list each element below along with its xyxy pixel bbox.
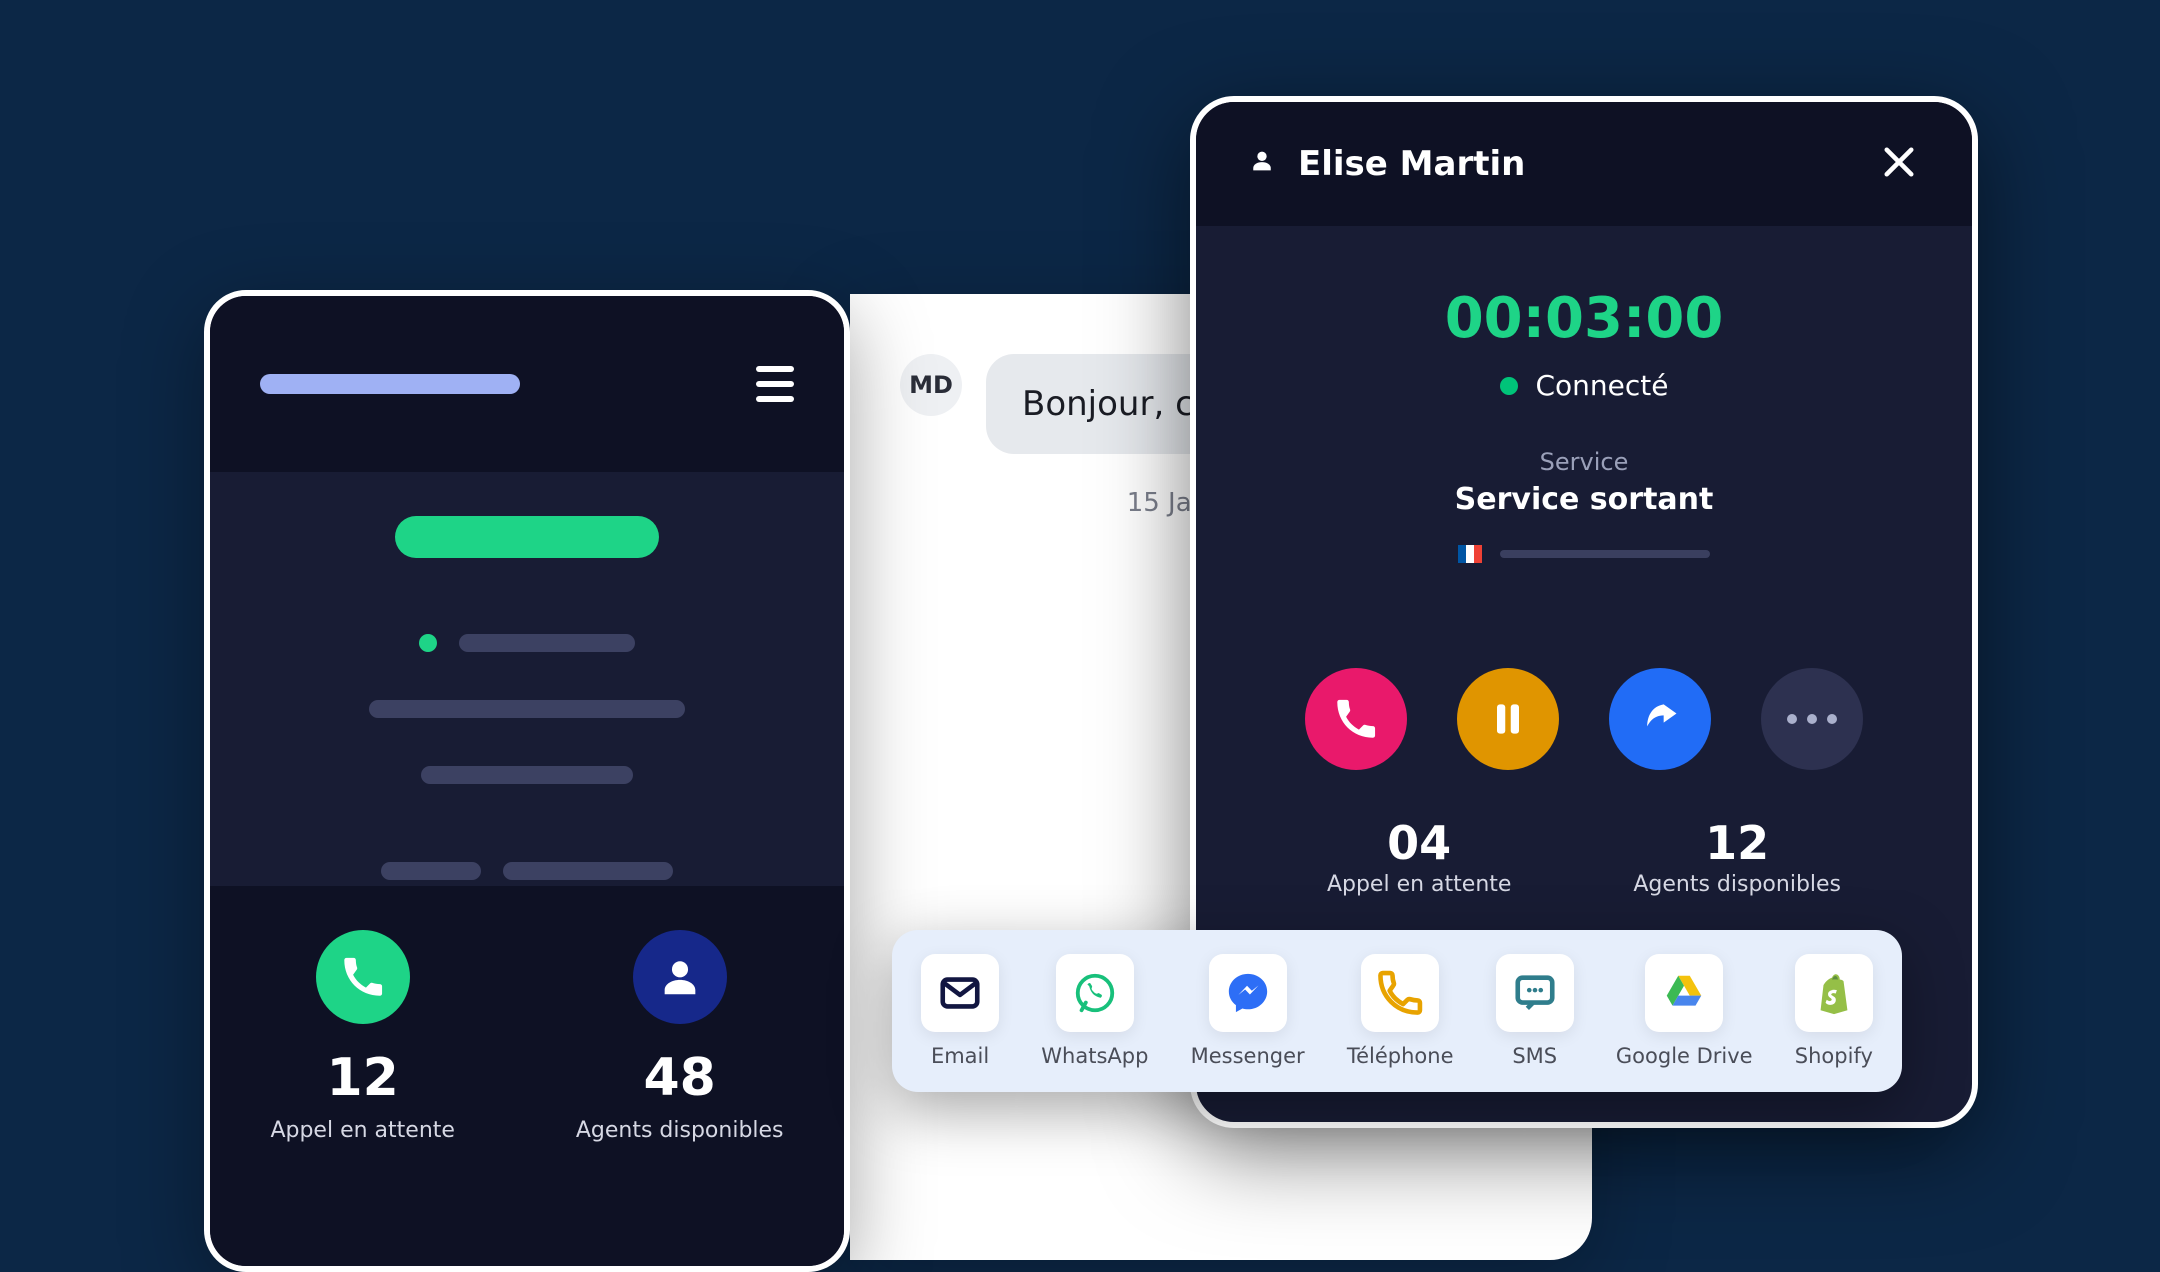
- channel-label: Téléphone: [1347, 1044, 1454, 1068]
- avatar: MD: [900, 354, 962, 416]
- waiting-label: Appel en attente: [270, 1118, 454, 1143]
- channel-messenger[interactable]: Messenger: [1191, 954, 1305, 1068]
- service-header: Service: [1246, 448, 1922, 476]
- hangup-button[interactable]: [1305, 668, 1407, 770]
- stat-agents: 48 Agents disponibles: [576, 930, 784, 1143]
- phone-number-placeholder: [1500, 550, 1710, 558]
- text-placeholder-row: [240, 766, 814, 784]
- agents-label: Agents disponibles: [1633, 872, 1841, 897]
- text-placeholder: [421, 766, 633, 784]
- queue-card: 12 Appel en attente 48 Agents disponible…: [204, 290, 850, 1272]
- text-placeholder-row: [240, 862, 814, 880]
- status-dot-icon: [1500, 377, 1518, 395]
- stat-waiting-calls: 12 Appel en attente: [270, 930, 454, 1143]
- shopify-icon: [1795, 954, 1873, 1032]
- text-placeholder: [369, 700, 685, 718]
- channel-label: Messenger: [1191, 1044, 1305, 1068]
- text-placeholder: [459, 634, 635, 652]
- channel-email[interactable]: Email: [921, 954, 999, 1068]
- waiting-label: Appel en attente: [1327, 872, 1511, 897]
- agents-label: Agents disponibles: [576, 1118, 784, 1143]
- channel-sms[interactable]: SMS: [1496, 954, 1574, 1068]
- text-placeholder: [381, 862, 481, 880]
- service-name: Service sortant: [1246, 482, 1922, 517]
- channel-shopify[interactable]: Shopify: [1795, 954, 1873, 1068]
- agents-count: 12: [1705, 816, 1769, 870]
- channel-google-drive[interactable]: Google Drive: [1616, 954, 1753, 1068]
- phone-icon: [1361, 954, 1439, 1032]
- text-placeholder: [503, 862, 673, 880]
- menu-icon[interactable]: [756, 366, 794, 402]
- status-pill[interactable]: [395, 516, 659, 558]
- text-placeholder-row: [240, 700, 814, 718]
- channel-strip: Email WhatsApp Messenger Téléphone SMS: [892, 930, 1902, 1092]
- pause-button[interactable]: [1457, 668, 1559, 770]
- caller-name-text: Elise Martin: [1298, 144, 1525, 184]
- waiting-count: 04: [1387, 816, 1451, 870]
- status-dot-icon: [419, 634, 437, 652]
- flag-france-icon: [1458, 545, 1482, 563]
- sms-icon: [1496, 954, 1574, 1032]
- more-button[interactable]: [1761, 668, 1863, 770]
- call-timer: 00:03:00: [1246, 286, 1922, 351]
- messenger-icon: [1209, 954, 1287, 1032]
- channel-label: Email: [931, 1044, 989, 1068]
- channel-label: Shopify: [1795, 1044, 1873, 1068]
- channel-whatsapp[interactable]: WhatsApp: [1041, 954, 1148, 1068]
- channel-label: WhatsApp: [1041, 1044, 1148, 1068]
- google-drive-icon: [1645, 954, 1723, 1032]
- stat-agents: 12 Agents disponibles: [1633, 816, 1841, 897]
- person-icon: [1248, 144, 1276, 184]
- person-icon[interactable]: [633, 930, 727, 1024]
- header-title-placeholder: [260, 374, 520, 394]
- agents-count: 48: [643, 1048, 715, 1108]
- queue-header: [210, 296, 844, 472]
- status-line: [240, 634, 814, 652]
- channel-label: Google Drive: [1616, 1044, 1753, 1068]
- stat-waiting-calls: 04 Appel en attente: [1327, 816, 1511, 897]
- waiting-count: 12: [327, 1048, 399, 1108]
- close-icon[interactable]: [1878, 141, 1920, 187]
- channel-telephone[interactable]: Téléphone: [1347, 954, 1454, 1068]
- status-label: Connecté: [1536, 369, 1669, 402]
- phone-icon[interactable]: [316, 930, 410, 1024]
- channel-label: SMS: [1512, 1044, 1557, 1068]
- email-icon: [921, 954, 999, 1032]
- caller-name: Elise Martin: [1248, 144, 1525, 184]
- call-status: Connecté: [1246, 369, 1922, 402]
- transfer-button[interactable]: [1609, 668, 1711, 770]
- whatsapp-icon: [1056, 954, 1134, 1032]
